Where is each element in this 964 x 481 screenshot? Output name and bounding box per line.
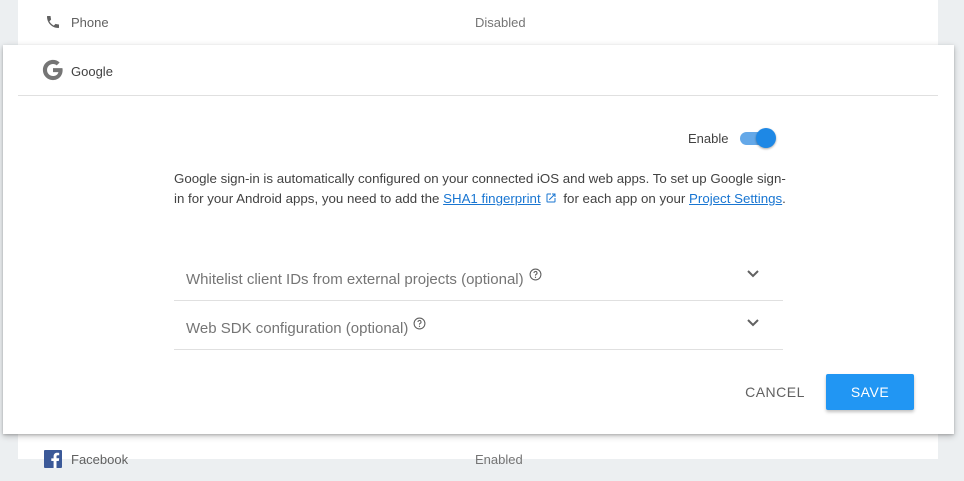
provider-status: Disabled: [475, 14, 526, 30]
section-label-text: Whitelist client IDs from external proje…: [186, 271, 524, 288]
provider-row-facebook[interactable]: Facebook Enabled: [18, 437, 938, 481]
provider-status: Enabled: [475, 451, 523, 467]
description-part2: for each app on your: [559, 191, 690, 206]
dialog-header: Google: [3, 45, 954, 95]
help-icon[interactable]: [529, 268, 542, 281]
chevron-down-icon[interactable]: [745, 267, 761, 279]
toggle-thumb: [756, 128, 776, 148]
section-label-text: Web SDK configuration (optional): [186, 320, 409, 337]
facebook-icon: [43, 449, 63, 469]
external-link-icon[interactable]: [545, 190, 557, 203]
phone-icon: [43, 12, 63, 32]
whitelist-client-ids-section[interactable]: Whitelist client IDs from external proje…: [174, 251, 783, 301]
description-part3: .: [782, 191, 786, 206]
enable-label: Enable: [688, 131, 729, 146]
google-provider-dialog: Google Enable Google sign-in is automati…: [3, 45, 954, 434]
description-text: Google sign-in is automatically configur…: [174, 169, 794, 209]
header-divider: [18, 95, 938, 96]
section-label: Web SDK configuration (optional): [186, 317, 426, 337]
section-label: Whitelist client IDs from external proje…: [186, 268, 542, 288]
provider-name: Phone: [71, 14, 109, 30]
save-button[interactable]: SAVE: [826, 374, 914, 410]
sha1-fingerprint-link[interactable]: SHA1 fingerprint: [443, 191, 541, 206]
dialog-title: Google: [71, 64, 113, 79]
cancel-button[interactable]: CANCEL: [735, 374, 815, 410]
provider-row-phone[interactable]: Phone Disabled: [18, 0, 938, 44]
provider-name: Facebook: [71, 451, 129, 467]
chevron-down-icon[interactable]: [745, 316, 761, 328]
google-icon: [42, 59, 64, 81]
help-icon[interactable]: [413, 317, 426, 330]
web-sdk-configuration-section[interactable]: Web SDK configuration (optional): [174, 300, 783, 350]
enable-toggle[interactable]: [740, 127, 776, 149]
project-settings-link[interactable]: Project Settings: [689, 191, 782, 206]
